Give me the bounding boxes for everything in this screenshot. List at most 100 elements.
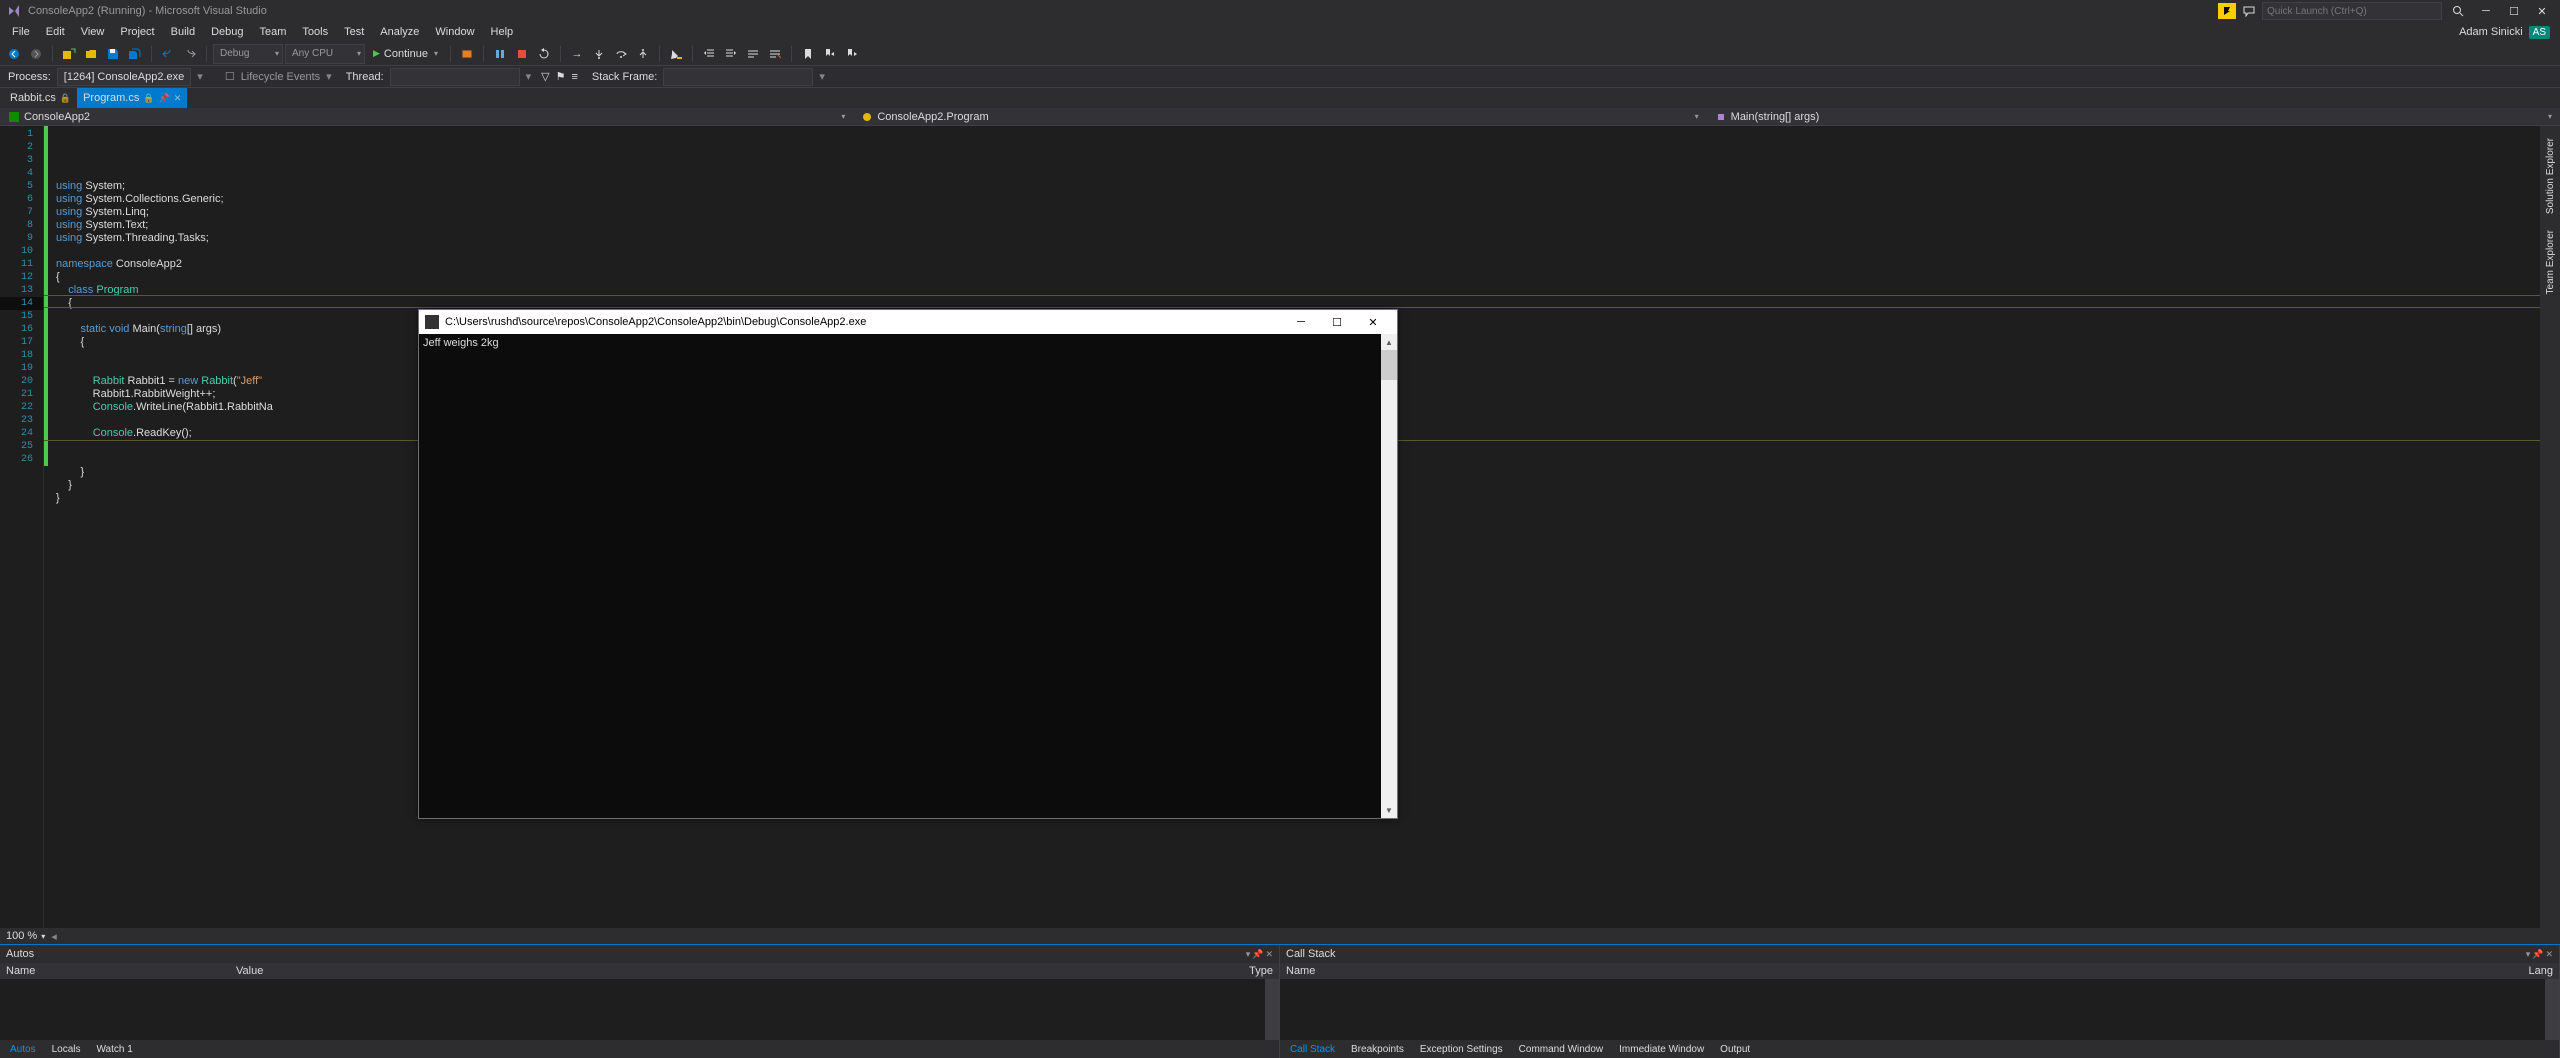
solution-config-combo[interactable]: Debug [213,44,283,64]
menu-tools[interactable]: Tools [294,24,336,40]
menu-file[interactable]: File [4,24,38,40]
thread-flag-icon[interactable]: ⚑ [556,70,566,83]
bookmark-prev-icon[interactable] [820,44,840,64]
bookmark-next-icon[interactable] [842,44,862,64]
menu-window[interactable]: Window [427,24,482,40]
browser-link-icon[interactable] [457,44,477,64]
tab-locals[interactable]: Locals [44,1042,89,1057]
tab-exception-settings[interactable]: Exception Settings [1412,1042,1511,1057]
scroll-thumb[interactable] [1381,350,1397,380]
save-all-icon[interactable] [125,44,145,64]
comment-icon[interactable] [743,44,763,64]
thread-combo[interactable] [390,68,520,86]
lock-icon: 🔒 [60,93,71,104]
user-name[interactable]: Adam Sinicki [2459,26,2523,38]
open-file-icon[interactable] [81,44,101,64]
menu-analyze[interactable]: Analyze [372,24,427,40]
uncomment-icon[interactable] [765,44,785,64]
window-title: ConsoleApp2 (Running) - Microsoft Visual… [28,5,267,17]
menu-debug[interactable]: Debug [203,24,251,40]
tab-output[interactable]: Output [1712,1042,1758,1057]
tab-rabbit[interactable]: Rabbit.cs 🔒 [4,88,77,108]
tab-callstack[interactable]: Call Stack [1282,1042,1343,1057]
indent-decrease-icon[interactable] [699,44,719,64]
maximize-button[interactable]: ☐ [2502,1,2526,21]
undo-icon[interactable] [158,44,178,64]
menu-build[interactable]: Build [163,24,203,40]
console-title-bar[interactable]: C:\Users\rushd\source\repos\ConsoleApp2\… [419,310,1397,334]
continue-button[interactable]: Continue▾ [367,48,444,60]
vs-icon [6,3,22,19]
callstack-scrollbar[interactable] [2545,979,2559,1040]
thread-filter-icon[interactable]: ▽ [541,70,549,83]
member-dropdown[interactable]: Main(string[] args) [1707,111,2560,123]
menu-project[interactable]: Project [112,24,162,40]
nav-forward-icon[interactable] [26,44,46,64]
menu-team[interactable]: Team [252,24,295,40]
process-combo[interactable]: [1264] ConsoleApp2.exe [57,68,191,86]
tab-breakpoints[interactable]: Breakpoints [1343,1042,1412,1057]
pane-close-icon[interactable]: ✕ [2545,949,2553,960]
save-icon[interactable] [103,44,123,64]
scroll-down-icon[interactable]: ▼ [1381,802,1397,818]
bottom-panel: Autos ▾ 📌 ✕ Name Value Type Autos Locals… [0,944,2560,1058]
bookmark-icon[interactable] [798,44,818,64]
stackframe-combo[interactable] [663,68,813,86]
autos-scrollbar[interactable] [1265,979,1279,1040]
tab-command-window[interactable]: Command Window [1511,1042,1611,1057]
editor-area: 1234567891011121314151617181920212223242… [0,126,2560,928]
tab-immediate-window[interactable]: Immediate Window [1611,1042,1712,1057]
autos-body [0,979,1279,1040]
tab-watch1[interactable]: Watch 1 [88,1042,140,1057]
class-dropdown[interactable]: ConsoleApp2.Program [853,111,1706,123]
pane-close-icon[interactable]: ✕ [1265,949,1273,960]
thread-label: Thread: [346,71,384,83]
notification-flag-icon[interactable] [2218,3,2236,19]
console-close-button[interactable]: ✕ [1355,311,1391,333]
line-gutter: 1234567891011121314151617181920212223242… [0,126,44,928]
step-into-icon[interactable] [589,44,609,64]
text-highlight-icon[interactable] [666,44,686,64]
console-scrollbar[interactable]: ▲ ▼ [1381,334,1397,818]
close-tab-icon[interactable]: ✕ [174,93,182,104]
stop-icon[interactable] [512,44,532,64]
thread-threads-icon[interactable]: ≡ [572,71,578,83]
nav-back-icon[interactable] [4,44,24,64]
minimize-button[interactable]: ─ [2474,1,2498,21]
pane-dropdown-icon[interactable]: ▾ [2526,949,2531,960]
tab-autos[interactable]: Autos [2,1042,44,1057]
new-project-icon[interactable] [59,44,79,64]
console-minimize-button[interactable]: ─ [1283,311,1319,333]
step-next-icon[interactable]: → [567,44,587,64]
pane-pin-icon[interactable]: 📌 [2532,949,2543,960]
user-avatar[interactable]: AS [2529,26,2550,39]
console-maximize-button[interactable]: ☐ [1319,311,1355,333]
menu-view[interactable]: View [73,24,113,40]
solution-explorer-tab[interactable]: Solution Explorer [2543,130,2558,222]
team-explorer-tab[interactable]: Team Explorer [2543,222,2558,302]
menu-test[interactable]: Test [336,24,372,40]
pane-dropdown-icon[interactable]: ▾ [1246,949,1251,960]
step-over-icon[interactable] [611,44,631,64]
search-icon[interactable] [2446,1,2470,21]
lifecycle-label: Lifecycle Events [241,71,320,83]
tab-program[interactable]: Program.cs 🔒 📌 ✕ [77,88,187,108]
redo-icon[interactable] [180,44,200,64]
indent-increase-icon[interactable] [721,44,741,64]
quick-launch-input[interactable] [2262,2,2442,20]
platform-combo[interactable]: Any CPU [285,44,365,64]
zoom-combo[interactable]: 100 % [6,930,45,942]
pane-pin-icon[interactable]: 📌 [1252,949,1263,960]
pin-icon[interactable]: 📌 [159,93,170,104]
close-button[interactable]: ✕ [2530,1,2554,21]
pause-icon[interactable] [490,44,510,64]
console-body[interactable]: Jeff weighs 2kg ▲ ▼ [419,334,1397,818]
class-icon [861,111,873,123]
menu-help[interactable]: Help [483,24,522,40]
step-out-icon[interactable] [633,44,653,64]
project-dropdown[interactable]: ConsoleApp2 [0,111,853,123]
menu-edit[interactable]: Edit [38,24,73,40]
feedback-icon[interactable] [2240,3,2258,19]
scroll-up-icon[interactable]: ▲ [1381,334,1397,350]
restart-icon[interactable] [534,44,554,64]
